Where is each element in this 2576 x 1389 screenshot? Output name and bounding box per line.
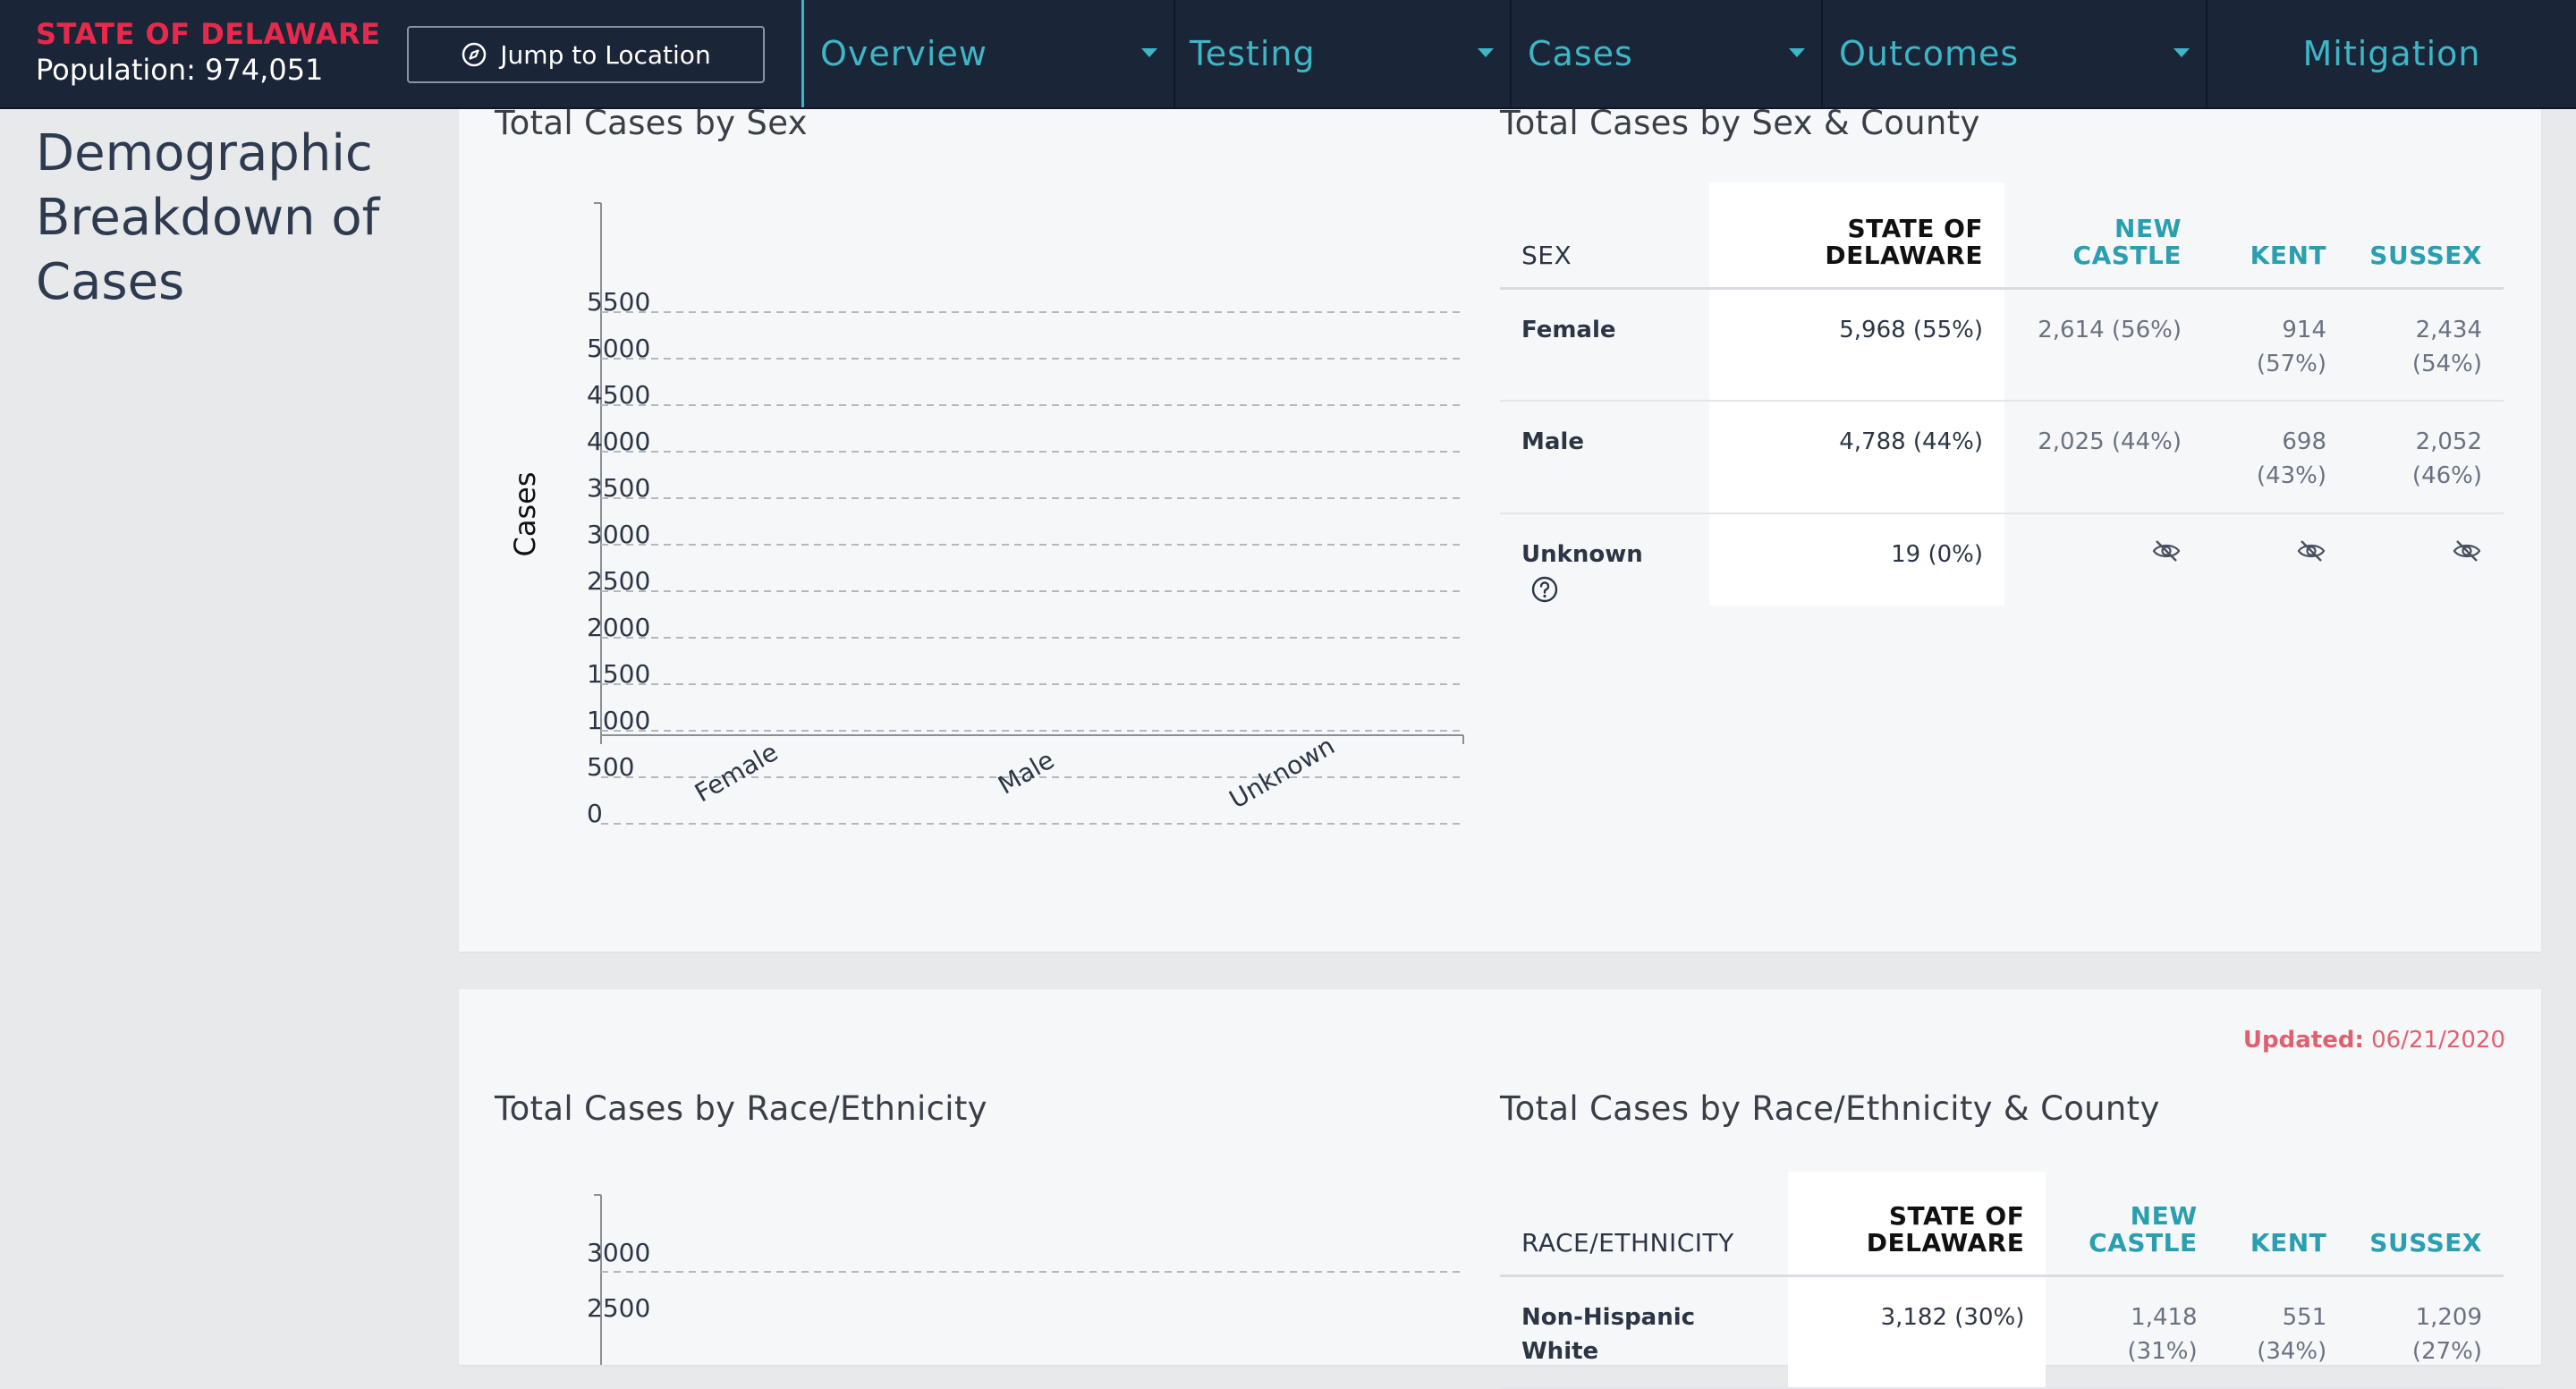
y-tick-label: 2500 bbox=[587, 1293, 650, 1323]
eye-slash-icon bbox=[2297, 540, 2326, 562]
table-row: Male 4,788 (44%) 2,025 (44%) 698 (43%) 2… bbox=[1500, 401, 2504, 514]
race-chart-title: Total Cases by Race/Ethnicity bbox=[495, 1089, 987, 1128]
cell-sussex: 1,209 (27%) bbox=[2348, 1275, 2504, 1389]
row-label-cell: Unknown bbox=[1500, 513, 1709, 606]
cell-state: 4,788 (44%) bbox=[1709, 401, 2004, 514]
tab-outcomes[interactable]: Outcomes bbox=[1823, 0, 2207, 107]
y-tick-label: 3500 bbox=[587, 473, 650, 503]
brand: STATE OF DELAWARE Population: 974,051 bbox=[36, 18, 380, 88]
updated-stamp: Updated: 06/21/2020 bbox=[2243, 1027, 2505, 1054]
row-label: Unknown bbox=[1521, 541, 1643, 568]
cell-sussex: 2,434 (54%) bbox=[2348, 288, 2504, 402]
table-row: Unknown 19 (0%) bbox=[1500, 513, 2504, 606]
sex-breakdown-card: Total Cases by Sex Total Cases by Sex & … bbox=[459, 104, 2541, 952]
y-tick-label: 5500 bbox=[587, 287, 650, 317]
y-tick-label: 4000 bbox=[587, 427, 650, 456]
cell-kent: 551 (34%) bbox=[2218, 1275, 2349, 1389]
tab-mitigation[interactable]: Mitigation bbox=[2207, 0, 2576, 107]
help-circle-icon[interactable] bbox=[1530, 575, 1559, 604]
y-tick-label: 0 bbox=[587, 799, 603, 828]
chevron-down-icon bbox=[1141, 48, 1157, 57]
y-tick-label: 2500 bbox=[587, 566, 650, 596]
chevron-down-icon bbox=[1478, 48, 1494, 57]
x-tick-label: Unknown bbox=[1224, 731, 1340, 815]
tab-testing-label: Testing bbox=[1190, 34, 1316, 73]
top-nav-bar: STATE OF DELAWARE Population: 974,051 Ju… bbox=[0, 0, 2576, 109]
col-header-sussex: SUSSEX bbox=[2348, 182, 2504, 290]
table-row: Non-Hispanic White 3,182 (30%) 1,418 (31… bbox=[1500, 1275, 2504, 1389]
tab-cases-label: Cases bbox=[1528, 34, 1633, 73]
col-header-new-castle: NEW CASTLE bbox=[2046, 1172, 2219, 1277]
cell-new-castle-hidden bbox=[2004, 513, 2203, 606]
race-bar-chart: 3000 2500 bbox=[587, 1194, 1463, 1365]
jump-to-location-button[interactable]: Jump to Location bbox=[407, 26, 765, 83]
tab-cases[interactable]: Cases bbox=[1512, 0, 1823, 107]
compass-icon bbox=[462, 42, 487, 67]
sex-county-table: SEX STATE OF DELAWARE NEW CASTLE KENT SU… bbox=[1500, 182, 2504, 606]
race-breakdown-card: Updated: 06/21/2020 Total Cases by Race/… bbox=[459, 989, 2541, 1389]
cell-kent: 698 (43%) bbox=[2203, 401, 2348, 514]
y-tick-label: 1500 bbox=[587, 659, 650, 689]
y-tick-label: 2000 bbox=[587, 613, 650, 642]
cell-state: 5,968 (55%) bbox=[1709, 288, 2004, 402]
y-tick-label: 3000 bbox=[587, 1238, 650, 1267]
x-tick-label: Female bbox=[690, 737, 783, 808]
y-tick-label: 5000 bbox=[587, 334, 650, 363]
x-tick-label: Male bbox=[993, 745, 1059, 800]
y-tick-label: 500 bbox=[587, 752, 634, 782]
eye-slash-icon bbox=[2152, 540, 2181, 562]
y-tick-label: 1000 bbox=[587, 706, 650, 735]
col-header-state: STATE OF DELAWARE bbox=[1709, 182, 2004, 290]
y-tick-label: 4500 bbox=[587, 380, 650, 410]
page-title: Demographic Breakdown of Cases bbox=[36, 124, 380, 311]
cell-new-castle: 2,614 (56%) bbox=[2004, 288, 2203, 402]
tab-overview-label: Overview bbox=[820, 34, 987, 73]
sex-chart-title: Total Cases by Sex bbox=[495, 104, 808, 142]
tab-testing[interactable]: Testing bbox=[1175, 0, 1512, 107]
chevron-down-icon bbox=[2174, 48, 2190, 57]
tab-overview[interactable]: Overview bbox=[801, 0, 1175, 107]
row-label: Male bbox=[1500, 401, 1709, 514]
chevron-down-icon bbox=[1789, 48, 1805, 57]
col-header-kent: KENT bbox=[2218, 1172, 2349, 1277]
cell-sussex: 2,052 (46%) bbox=[2348, 401, 2504, 514]
updated-label: Updated: bbox=[2242, 1027, 2364, 1054]
sex-table-title: Total Cases by Sex & County bbox=[1500, 104, 1980, 142]
race-table-title: Total Cases by Race/Ethnicity & County bbox=[1500, 1089, 2160, 1128]
col-header-kent: KENT bbox=[2203, 182, 2348, 290]
col-header-sussex: SUSSEX bbox=[2348, 1172, 2504, 1277]
race-county-table: RACE/ETHNICITY STATE OF DELAWARE NEW CAS… bbox=[1500, 1172, 2504, 1389]
col-header-sex: SEX bbox=[1500, 182, 1709, 290]
cell-sussex-hidden bbox=[2348, 513, 2504, 606]
col-header-new-castle: NEW CASTLE bbox=[2004, 182, 2203, 290]
cell-kent-hidden bbox=[2203, 513, 2348, 606]
cell-new-castle: 1,418 (31%) bbox=[2046, 1275, 2219, 1389]
sex-bar-chart: 5500500045004000350030002500200015001000… bbox=[508, 202, 1464, 828]
col-header-state: STATE OF DELAWARE bbox=[1787, 1172, 2046, 1277]
y-tick-label: 3000 bbox=[587, 520, 650, 549]
cell-state: 3,182 (30%) bbox=[1787, 1275, 2046, 1389]
tab-outcomes-label: Outcomes bbox=[1839, 34, 2020, 73]
tab-mitigation-label: Mitigation bbox=[2302, 34, 2481, 73]
jump-to-location-label: Jump to Location bbox=[500, 39, 711, 70]
eye-slash-icon bbox=[2453, 540, 2481, 562]
row-label: Female bbox=[1500, 288, 1709, 402]
table-row: Female 5,968 (55%) 2,614 (56%) 914 (57%)… bbox=[1500, 288, 2504, 402]
y-axis-title: Cases bbox=[508, 472, 542, 557]
cell-kent: 914 (57%) bbox=[2203, 288, 2348, 402]
updated-date: 06/21/2020 bbox=[2371, 1027, 2505, 1054]
col-header-race: RACE/ETHNICITY bbox=[1500, 1172, 1788, 1277]
cell-state: 19 (0%) bbox=[1709, 513, 2004, 606]
row-label: Non-Hispanic White bbox=[1500, 1275, 1788, 1389]
cell-new-castle: 2,025 (44%) bbox=[2004, 401, 2203, 514]
population: Population: 974,051 bbox=[36, 53, 324, 87]
state-name: STATE OF DELAWARE bbox=[36, 17, 381, 51]
